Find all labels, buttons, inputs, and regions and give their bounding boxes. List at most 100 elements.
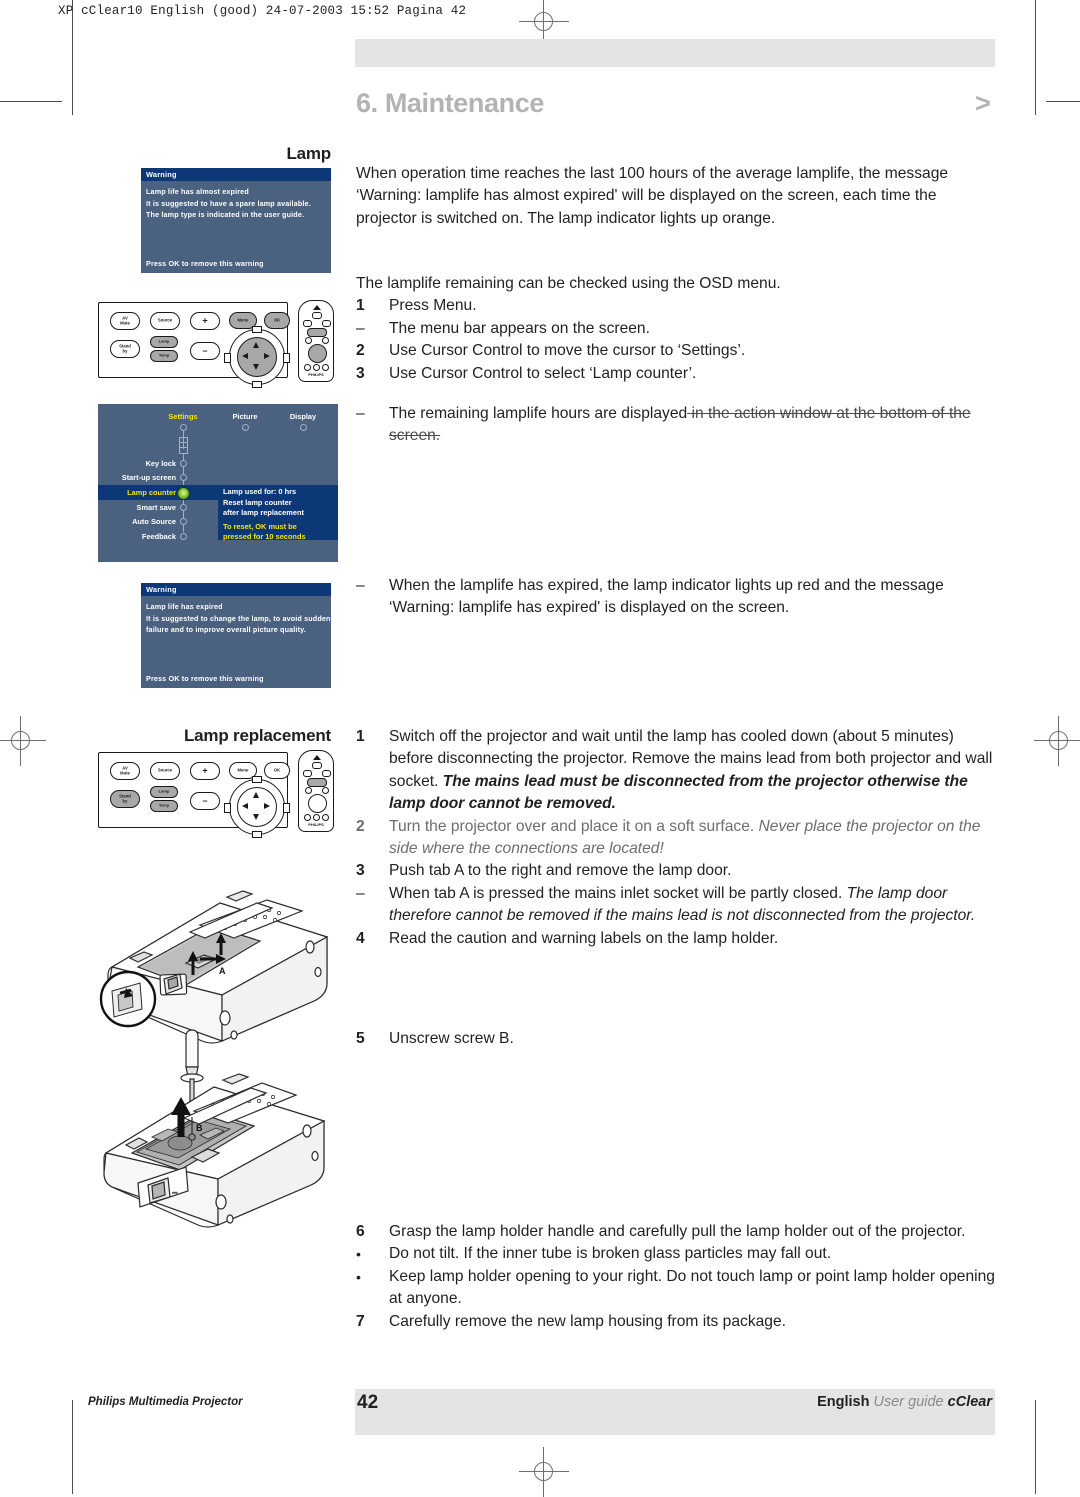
osd-warning-footer: Press OK to remove this warning: [146, 674, 264, 683]
cursor-arrow-down-icon: [253, 364, 259, 370]
remote-button[interactable]: [322, 337, 329, 344]
step-text: Press Menu.: [389, 297, 477, 315]
volume-up-button[interactable]: +: [190, 312, 220, 330]
remote-menu-bar[interactable]: [307, 328, 327, 337]
osd-row-key-lock[interactable]: Key lock: [98, 459, 176, 468]
step-marker: 1: [356, 728, 365, 745]
step-marker: 5: [356, 1030, 365, 1047]
registration-mark-top: [519, 0, 569, 47]
source-button[interactable]: Source: [150, 312, 180, 330]
osd-row-lamp-counter[interactable]: Lamp counter: [98, 488, 176, 497]
osd-tab-settings[interactable]: Settings: [156, 412, 210, 421]
lamp-replacement-step5: 5 Unscrew screw B.: [356, 1028, 996, 1050]
step-text: Keep lamp holder opening to your right. …: [389, 1267, 995, 1308]
step-text: Do not tilt. If the inner tube is broken…: [389, 1245, 832, 1263]
remote-button[interactable]: [312, 312, 322, 319]
trim-line-right-bottom: [1035, 1400, 1036, 1494]
remote-button[interactable]: [322, 320, 331, 327]
section-heading-lamp-replacement: Lamp replacement: [183, 726, 331, 745]
remote-button[interactable]: [322, 770, 331, 777]
list-item: 4 Read the caution and warning labels on…: [356, 928, 996, 950]
av-mute-button[interactable]: AV Mute: [110, 762, 140, 780]
step-marker: •: [356, 1268, 361, 1285]
projector-lamp-door-illustration: A: [82, 855, 348, 1045]
step-text-kept: The remaining lamplife hours are display…: [389, 405, 688, 422]
osd-row-smart-save[interactable]: Smart save: [98, 503, 176, 512]
list-item: 5 Unscrew screw B.: [356, 1028, 996, 1050]
step-marker: 6: [356, 1223, 365, 1240]
lamp-indicator: Lamp: [150, 336, 178, 348]
cursor-arrow-right-icon: [264, 353, 270, 359]
remote-brand-label: PHILIPS: [308, 822, 324, 827]
osd-row-startup-screen[interactable]: Start-up screen: [98, 473, 176, 482]
list-item: 3 Use Cursor Control to select ‘Lamp cou…: [356, 363, 996, 385]
step-marker: –: [356, 405, 365, 422]
remote-button[interactable]: [303, 320, 312, 327]
remote-button[interactable]: [313, 364, 320, 371]
osd-menu-screenshot: Settings Picture Display Key lock Start-…: [98, 404, 338, 562]
osd-tab-display[interactable]: Display: [276, 412, 330, 421]
page-title: 6. Maintenance: [356, 88, 544, 118]
remote-button[interactable]: [305, 337, 312, 344]
list-item: 6 Grasp the lamp holder handle and caref…: [356, 1221, 996, 1243]
standby-button[interactable]: Stand by: [110, 790, 140, 808]
remote-button[interactable]: [322, 364, 329, 371]
step-text: Grasp the lamp holder handle and careful…: [389, 1223, 966, 1240]
step-text-emphasis: The mains lead must be disconnected from…: [389, 772, 968, 813]
osd-warning-line: Lamp life has almost expired: [146, 187, 249, 196]
av-mute-label: AV Mute: [120, 315, 130, 325]
footer-guide-label: English User guide cClear: [817, 1394, 992, 1410]
osd-action-window: Lamp used for: 0 hrs Reset lamp counter …: [218, 485, 338, 541]
remote-button[interactable]: [304, 364, 311, 371]
print-slug-line: XP cClear10 English (good) 24-07-2003 15…: [58, 4, 467, 18]
osd-row-auto-source[interactable]: Auto Source: [98, 517, 176, 526]
cursor-arrow-left-icon: [242, 353, 248, 359]
volume-down-button[interactable]: –: [190, 792, 220, 810]
remote-cursor-ring[interactable]: [308, 794, 327, 813]
osd-tab-dot-picture: [242, 424, 249, 431]
lamp-osd-steps: 1 Press Menu. – The menu bar appears on …: [356, 295, 996, 385]
menu-label: Menu: [237, 767, 249, 773]
remote-button[interactable]: [313, 814, 320, 821]
list-item: 3 Push tab A to the right and remove the…: [356, 860, 996, 882]
osd-intro-text: The lamplife remaining can be checked us…: [356, 275, 781, 292]
remote-button[interactable]: [303, 770, 312, 777]
remote-button[interactable]: [304, 814, 311, 821]
volume-down-label: –: [202, 795, 208, 806]
temp-indicator: Temp: [150, 350, 178, 362]
ok-button[interactable]: OK: [264, 312, 290, 329]
step-text: Use Cursor Control to move the cursor to…: [389, 342, 746, 360]
reg-circle: [1049, 731, 1068, 750]
volume-up-button[interactable]: +: [190, 762, 220, 780]
osd-tab-picture[interactable]: Picture: [218, 412, 272, 421]
volume-down-button[interactable]: –: [190, 342, 220, 360]
av-mute-button[interactable]: AV Mute: [110, 312, 140, 330]
temp-indicator-label: Temp: [158, 802, 170, 808]
cursor-nub-left: [224, 803, 231, 813]
temp-indicator-label: Temp: [158, 352, 170, 358]
lamp-indicator-label: Lamp: [158, 338, 170, 344]
lamp-replacement-steps-tail: 6 Grasp the lamp holder handle and caref…: [356, 1221, 996, 1333]
trim-line-left-edge: [0, 101, 62, 102]
lamp-indicator-label: Lamp: [158, 788, 170, 794]
registration-mark-bottom: [519, 1447, 569, 1497]
source-button[interactable]: Source: [150, 762, 180, 780]
remote-button[interactable]: [322, 787, 329, 794]
remote-cursor-ring[interactable]: [308, 344, 327, 363]
remote-button[interactable]: [322, 814, 329, 821]
step-marker: 3: [356, 862, 365, 880]
ok-button[interactable]: OK: [264, 762, 290, 779]
osd-row-feedback[interactable]: Feedback: [98, 532, 176, 541]
remote-ir-icon: [313, 305, 321, 310]
remote-button[interactable]: [312, 762, 322, 769]
osd-warning-line: Lamp life has expired: [146, 602, 223, 611]
remote-menu-bar[interactable]: [307, 778, 327, 787]
standby-button[interactable]: Stand by: [110, 340, 140, 358]
remote-button[interactable]: [305, 787, 312, 794]
lamp-expired-step: – When the lamplife has expired, the lam…: [356, 575, 996, 620]
trim-line-right-top: [1035, 0, 1036, 115]
cursor-nub-top: [252, 776, 262, 783]
chevron-right-icon: >: [975, 88, 991, 118]
registration-mark-left: [0, 716, 46, 766]
cursor-arrow-left-icon: [242, 803, 248, 809]
